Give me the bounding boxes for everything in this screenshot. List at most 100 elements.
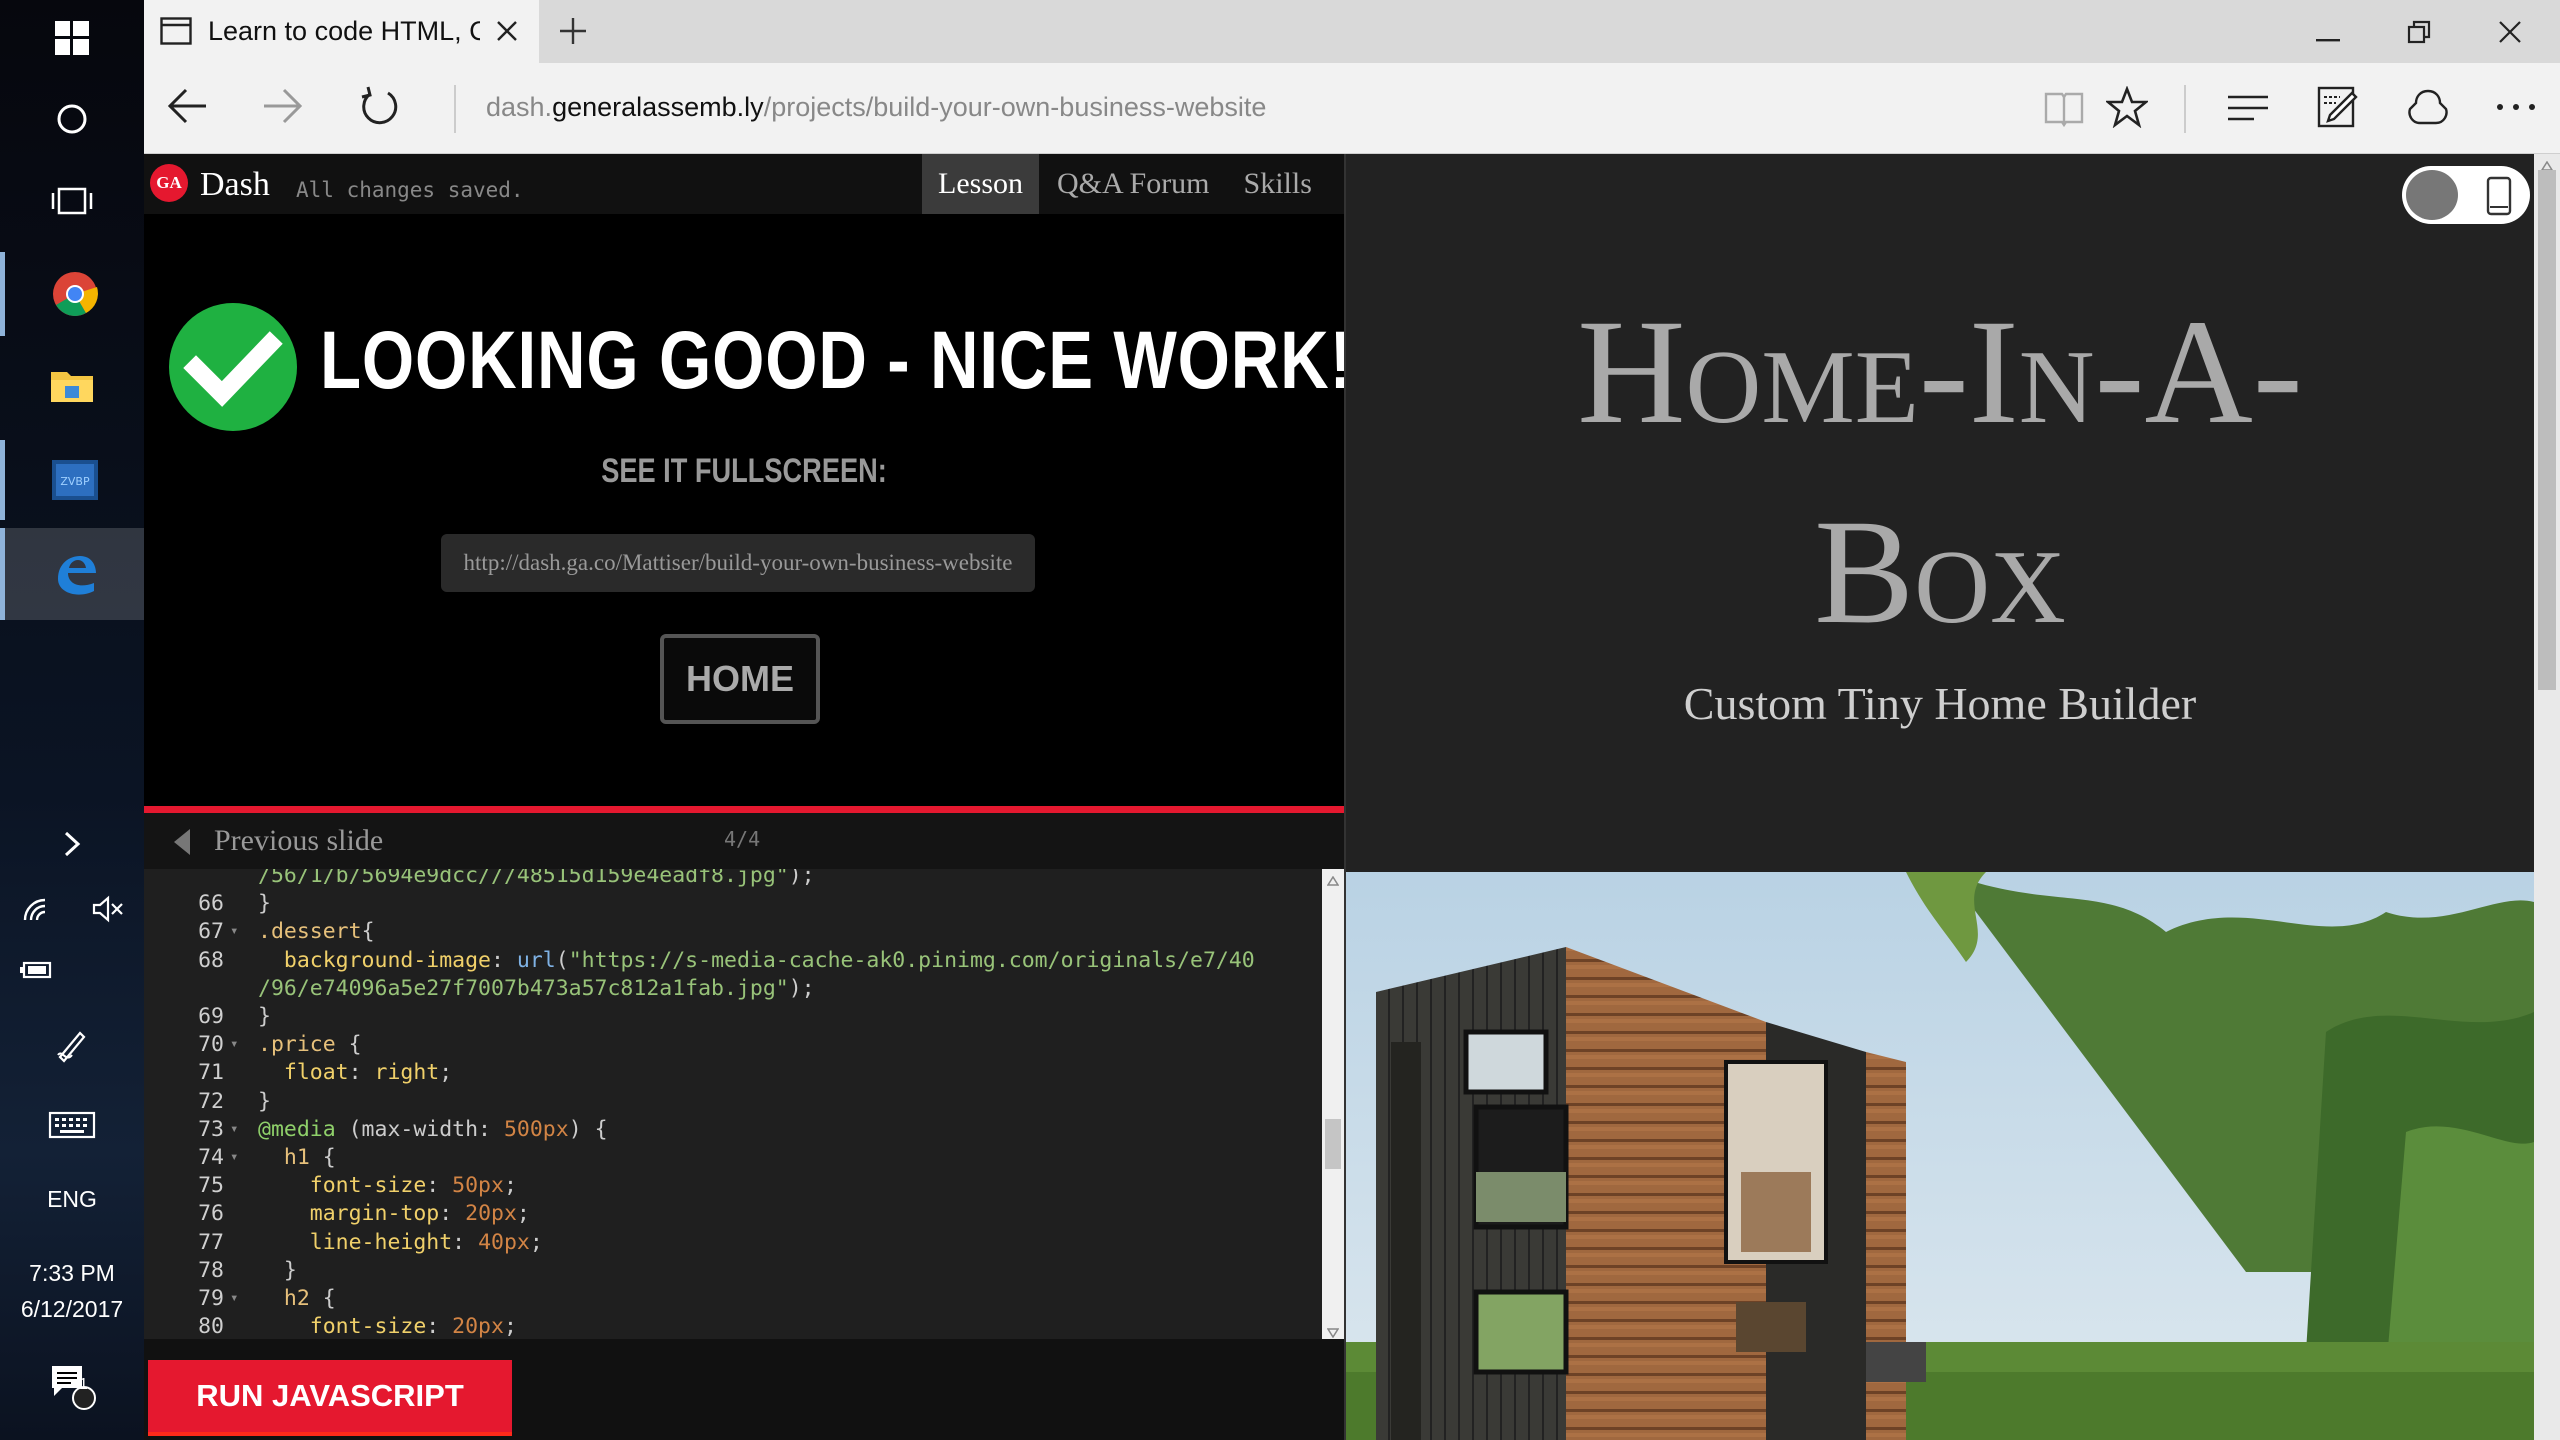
code-text: margin-top: 20px; <box>258 1201 530 1226</box>
code-line[interactable]: 68 background-image: url("https://s-medi… <box>144 948 1324 976</box>
run-javascript-button[interactable]: RUN JAVASCRIPT <box>148 1360 512 1436</box>
previous-slide-arrow-icon[interactable] <box>172 827 192 862</box>
reading-view-book-icon[interactable] <box>2042 88 2086 128</box>
code-line[interactable]: 70 ▾ .price { <box>144 1032 1324 1060</box>
code-line[interactable]: 74 ▾ h1 { <box>144 1145 1324 1173</box>
back-arrow-icon[interactable] <box>166 87 208 125</box>
code-line[interactable]: 78 } <box>144 1258 1324 1286</box>
device-toggle[interactable] <box>2402 166 2530 224</box>
refresh-icon[interactable] <box>358 85 400 127</box>
share-icon[interactable] <box>2406 85 2450 129</box>
task-view-icon[interactable] <box>0 166 144 236</box>
code-line[interactable]: 76 margin-top: 20px; <box>144 1201 1324 1229</box>
close-tab-icon[interactable] <box>494 18 520 49</box>
code-token: ; <box>503 1314 517 1339</box>
code-editor[interactable]: /56/1/b/5694e9dcc///48515d159e4eadf8.jpg… <box>144 869 1344 1339</box>
code-line[interactable]: 80 font-size: 20px; <box>144 1314 1324 1339</box>
address-url-field[interactable]: dash.generalassemb.ly/projects/build-you… <box>486 92 1266 123</box>
preview-scroll-thumb[interactable] <box>2538 170 2556 690</box>
code-token: ; <box>516 1201 530 1227</box>
code-token: { <box>335 1032 362 1058</box>
edge-browser-icon[interactable] <box>0 528 144 620</box>
scroll-down-arrow-icon[interactable] <box>1326 1325 1340 1339</box>
code-line[interactable]: 66} <box>144 891 1324 919</box>
window-close-icon[interactable] <box>2497 19 2523 50</box>
code-line[interactable]: /96/e74096a5e27f7007b473a57c812a1fab.jpg… <box>144 976 1324 1004</box>
slide-counter: 4/4 <box>724 827 761 851</box>
show-hidden-icons-chevron-icon[interactable] <box>0 822 144 866</box>
clock-date[interactable]: 6/12/2017 <box>0 1296 144 1323</box>
volume-muted-icon[interactable] <box>72 884 144 934</box>
fold-arrow-icon[interactable]: ▾ <box>230 1290 238 1306</box>
code-line[interactable]: 69} <box>144 1004 1324 1032</box>
web-note-pen-icon[interactable] <box>2316 85 2360 129</box>
wifi-network-icon[interactable] <box>0 884 72 934</box>
fold-arrow-icon[interactable]: ▾ <box>230 1149 238 1165</box>
chrome-app-icon[interactable] <box>0 252 144 336</box>
new-tab-plus-icon[interactable] <box>558 16 588 51</box>
url-host: generalassemb.ly <box>552 92 764 122</box>
input-language-indicator[interactable]: ENG <box>0 1186 144 1213</box>
touch-keyboard-icon[interactable] <box>0 1100 144 1150</box>
code-token: : <box>426 1173 453 1199</box>
fold-arrow-icon[interactable]: ▾ <box>230 1036 238 1052</box>
previous-slide-link[interactable]: Previous slide <box>214 824 383 858</box>
mobile-phone-icon[interactable] <box>2486 176 2512 221</box>
clock-time[interactable]: 7:33 PM <box>0 1260 144 1287</box>
battery-charging-icon[interactable] <box>0 950 72 990</box>
forward-arrow-icon[interactable] <box>262 87 304 125</box>
ga-logo-badge-text: GA <box>156 173 182 192</box>
windows-start-icon[interactable] <box>0 0 144 76</box>
browser-tab-active[interactable]: Learn to code HTML, CSS <box>144 0 539 63</box>
code-line[interactable]: /56/1/b/5694e9dcc///48515d159e4eadf8.jpg… <box>144 869 1324 891</box>
hub-menu-icon[interactable] <box>2226 93 2270 123</box>
fold-arrow-icon[interactable]: ▾ <box>230 923 238 939</box>
nav-tab-qa-forum[interactable]: Q&A Forum <box>1039 154 1228 214</box>
code-token: 20px <box>465 1201 517 1227</box>
code-line[interactable]: 67 ▾ .dessert{ <box>144 919 1324 947</box>
site-title-line-1: Home-In-A- <box>1577 289 2303 455</box>
code-token: { <box>361 919 375 945</box>
code-text: } <box>258 1004 271 1029</box>
code-line[interactable]: 79 ▾ h2 { <box>144 1286 1324 1314</box>
action-center-notifications-icon[interactable]: 1 <box>0 1356 144 1416</box>
favorite-star-icon[interactable] <box>2106 86 2148 128</box>
video-app-icon[interactable]: ZVBP <box>0 440 144 520</box>
pen-ink-workspace-icon[interactable] <box>0 1020 144 1070</box>
code-line[interactable]: 75 font-size: 50px; <box>144 1173 1324 1201</box>
nav-tab-lesson[interactable]: Lesson <box>922 154 1039 214</box>
window-restore-icon[interactable] <box>2407 20 2431 49</box>
notification-count-badge: 1 <box>79 1376 88 1393</box>
code-line[interactable]: 77 line-height: 40px; <box>144 1230 1324 1258</box>
code-token: ); <box>788 975 815 1001</box>
search-cortana-icon[interactable] <box>0 84 144 154</box>
line-number: 78 <box>198 1257 224 1283</box>
line-number: 71 <box>198 1060 224 1086</box>
home-button[interactable]: HOME <box>660 634 820 724</box>
code-line[interactable]: 73 ▾ @media (max-width: 500px) { <box>144 1117 1324 1145</box>
scroll-up-arrow-icon[interactable] <box>1326 873 1340 891</box>
editor-scroll-thumb[interactable] <box>1325 1119 1341 1169</box>
code-token: ; <box>529 1229 543 1255</box>
code-token: background-image <box>283 947 491 973</box>
device-toggle-knob[interactable] <box>2406 170 2458 220</box>
line-number: 67 <box>198 919 224 945</box>
ga-logo-icon[interactable]: GA <box>150 164 188 202</box>
editor-scrollbar[interactable] <box>1322 869 1344 1339</box>
tab-title: Learn to code HTML, CSS <box>208 16 480 46</box>
code-token: .dessert <box>258 919 362 945</box>
nav-tab-skills[interactable]: Skills <box>1228 154 1328 214</box>
line-number: 66 <box>198 891 224 917</box>
code-line[interactable]: 71 float: right; <box>144 1060 1324 1088</box>
fullscreen-url-field[interactable]: http://dash.ga.co/Mattiser/build-your-ow… <box>441 534 1035 592</box>
file-explorer-icon[interactable] <box>0 344 144 426</box>
dash-logo-text[interactable]: Dash <box>200 166 270 204</box>
code-line[interactable]: 72} <box>144 1089 1324 1117</box>
fold-arrow-icon[interactable]: ▾ <box>230 1121 238 1137</box>
window-minimize-icon[interactable] <box>2316 30 2340 48</box>
more-options-ellipsis-icon[interactable] <box>2496 103 2536 111</box>
